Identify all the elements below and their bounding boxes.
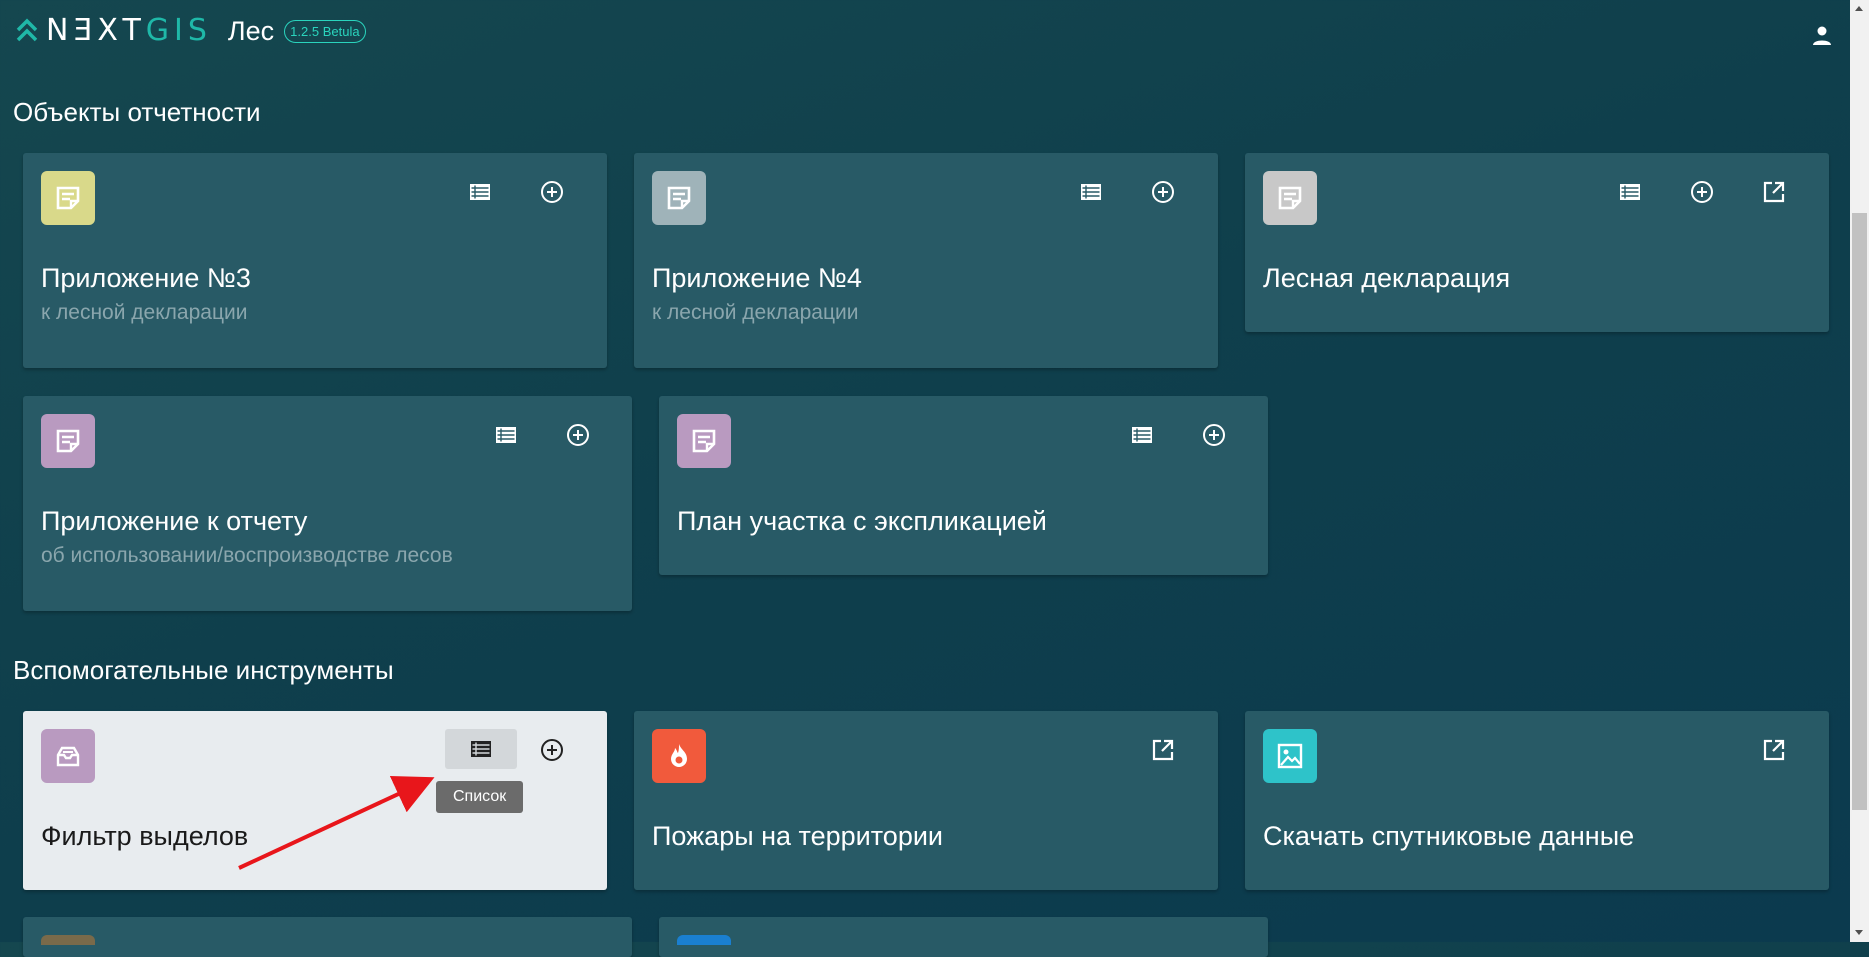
list-icon [1620, 184, 1640, 200]
card-partial[interactable] [659, 917, 1268, 957]
card-app4[interactable]: Приложение №4 к лесной декларации [634, 153, 1218, 368]
card-title: Приложение №4 [652, 263, 862, 293]
card-subtitle: об использовании/воспроизводстве лесов [41, 544, 453, 567]
card-partial[interactable] [23, 917, 632, 957]
add-button[interactable] [561, 418, 595, 452]
version-badge: 1.2.5 Betula [284, 19, 366, 43]
add-circle-icon [1691, 181, 1713, 203]
scroll-up-arrow-icon[interactable] [1855, 6, 1863, 11]
card-title: Пожары на территории [652, 821, 944, 851]
list-button[interactable] [1074, 175, 1108, 209]
add-circle-icon [541, 181, 563, 203]
logo-wordmark: NƎXTGIS [46, 13, 212, 48]
add-circle-icon [1203, 424, 1225, 446]
scroll-down-arrow-icon[interactable] [1855, 930, 1863, 935]
add-button[interactable] [1146, 175, 1180, 209]
open-external-button[interactable] [1757, 733, 1791, 767]
document-icon [41, 414, 95, 468]
list-button[interactable] [1613, 175, 1647, 209]
card-subtitle: к лесной декларации [41, 301, 248, 324]
card-fires[interactable]: Пожары на территории [634, 711, 1218, 890]
image-icon [1263, 729, 1317, 783]
inbox-icon [41, 729, 95, 783]
section-title-reporting: Объекты отчетности [13, 97, 261, 127]
list-button[interactable] [463, 175, 497, 209]
open-in-new-icon [1152, 739, 1174, 761]
list-button[interactable] [489, 418, 523, 452]
list-button[interactable] [445, 729, 517, 769]
list-icon [471, 741, 491, 757]
document-icon [677, 414, 731, 468]
add-button[interactable] [535, 175, 569, 209]
card-title: Фильтр выделов [41, 821, 249, 851]
card-satellite[interactable]: Скачать спутниковые данные [1245, 711, 1829, 890]
list-icon [496, 427, 516, 443]
card-title: Приложение №3 [41, 263, 251, 293]
app-header: NƎXTGIS Лес 1.2.5 Betula [0, 0, 1850, 70]
add-circle-icon [541, 739, 563, 761]
badge-partial [677, 935, 731, 945]
logo[interactable]: NƎXTGIS Лес 1.2.5 Betula [16, 14, 366, 48]
add-button[interactable] [535, 733, 569, 767]
document-icon [1263, 171, 1317, 225]
app-name: Лес [227, 15, 275, 46]
card-report-app[interactable]: Приложение к отчету об использовании/вос… [23, 396, 632, 611]
card-title: План участка с экспликацией [677, 506, 1047, 536]
document-icon [652, 171, 706, 225]
add-button[interactable] [1197, 418, 1231, 452]
add-circle-icon [567, 424, 589, 446]
add-circle-icon [1152, 181, 1174, 203]
fire-icon [652, 729, 706, 783]
scrollbar-thumb[interactable] [1852, 213, 1867, 810]
card-title: Приложение к отчету [41, 506, 308, 536]
logo-chevrons-icon [16, 18, 38, 42]
open-external-button[interactable] [1146, 733, 1180, 767]
add-button[interactable] [1685, 175, 1719, 209]
section-title-tools: Вспомогательные инструменты [13, 655, 394, 685]
document-icon [41, 171, 95, 225]
card-title: Скачать спутниковые данные [1263, 821, 1635, 851]
scrollbar[interactable] [1850, 0, 1869, 942]
card-plan[interactable]: План участка с экспликацией [659, 396, 1268, 575]
tooltip-list: Список [436, 781, 524, 813]
person-icon[interactable] [1810, 24, 1834, 48]
open-external-button[interactable] [1757, 175, 1791, 209]
card-app3[interactable]: Приложение №3 к лесной декларации [23, 153, 607, 368]
open-in-new-icon [1763, 739, 1785, 761]
open-in-new-icon [1763, 181, 1785, 203]
card-subtitle: к лесной декларации [652, 301, 859, 324]
card-declaration[interactable]: Лесная декларация [1245, 153, 1829, 332]
list-icon [1132, 427, 1152, 443]
list-icon [1081, 184, 1101, 200]
badge-partial [41, 935, 95, 945]
list-icon [470, 184, 490, 200]
list-button[interactable] [1125, 418, 1159, 452]
card-title: Лесная декларация [1263, 263, 1511, 293]
